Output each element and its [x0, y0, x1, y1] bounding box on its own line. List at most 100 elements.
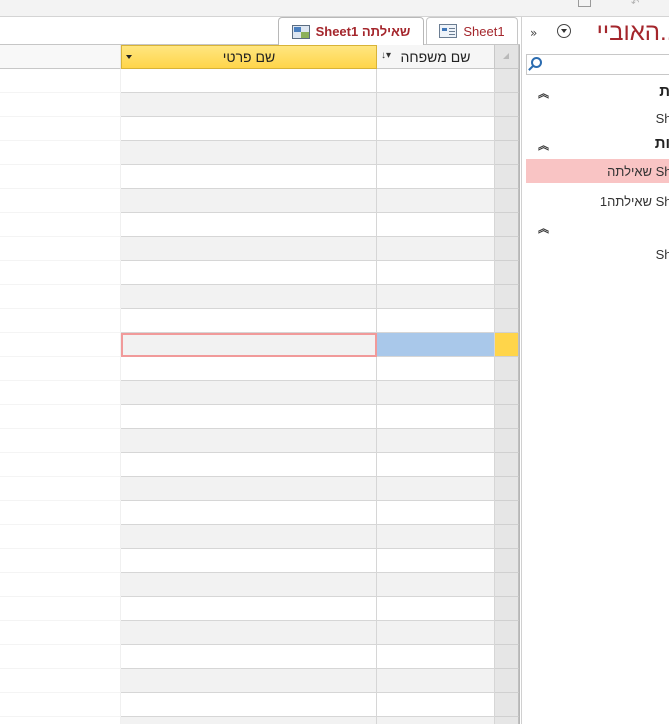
row-selector[interactable]: [495, 381, 519, 405]
table-row[interactable]: [0, 309, 519, 333]
row-selector[interactable]: [495, 549, 519, 573]
empty-cell[interactable]: [0, 261, 121, 285]
cell-first-name[interactable]: [121, 453, 377, 477]
row-selector[interactable]: [495, 429, 519, 453]
nav-group-queries[interactable]: ︽ ות: [522, 133, 669, 155]
empty-cell[interactable]: [0, 429, 121, 453]
cell-first-name[interactable]: [121, 93, 377, 117]
empty-cell[interactable]: [0, 669, 121, 693]
table-row[interactable]: [0, 717, 519, 724]
table-row[interactable]: [0, 477, 519, 501]
row-selector[interactable]: [495, 213, 519, 237]
row-selector[interactable]: [495, 693, 519, 717]
cell-last-name[interactable]: [377, 165, 495, 189]
collapse-group-icon[interactable]: ︽: [538, 220, 549, 236]
nav-group-forms[interactable]: ︽: [522, 216, 669, 238]
cell-first-name[interactable]: [121, 645, 377, 669]
row-selector[interactable]: [495, 237, 519, 261]
table-row[interactable]: [0, 333, 519, 357]
table-row[interactable]: [0, 165, 519, 189]
cell-first-name[interactable]: [121, 117, 377, 141]
empty-cell[interactable]: [0, 333, 121, 357]
nav-group-tables[interactable]: ︽ ת: [522, 81, 669, 103]
empty-cell[interactable]: [0, 405, 121, 429]
select-all-corner[interactable]: [495, 45, 519, 69]
cell-first-name[interactable]: [121, 597, 377, 621]
undo-icon[interactable]: ↶: [631, 0, 639, 9]
cell-first-name[interactable]: [121, 333, 377, 357]
cell-first-name[interactable]: [121, 621, 377, 645]
row-selector[interactable]: [495, 717, 519, 724]
row-selector[interactable]: [495, 669, 519, 693]
row-selector[interactable]: [495, 597, 519, 621]
cell-last-name[interactable]: [377, 309, 495, 333]
collapse-group-icon[interactable]: ︽: [538, 85, 549, 101]
empty-cell[interactable]: [0, 477, 121, 501]
empty-cell[interactable]: [0, 717, 121, 724]
empty-cell[interactable]: [0, 357, 121, 381]
cell-last-name[interactable]: [377, 117, 495, 141]
cell-last-name[interactable]: [377, 693, 495, 717]
row-selector[interactable]: [495, 405, 519, 429]
cell-last-name[interactable]: [377, 357, 495, 381]
tab-query-sheet1[interactable]: Sheet1 שאילתה: [278, 17, 424, 45]
empty-cell[interactable]: [0, 621, 121, 645]
row-selector[interactable]: [495, 285, 519, 309]
row-selector[interactable]: [495, 117, 519, 141]
row-selector[interactable]: [495, 357, 519, 381]
table-row[interactable]: [0, 597, 519, 621]
cell-last-name[interactable]: [377, 69, 495, 93]
cell-last-name[interactable]: [377, 669, 495, 693]
nav-menu-dropdown-icon[interactable]: [557, 24, 571, 38]
cell-last-name[interactable]: [377, 717, 495, 724]
cell-last-name[interactable]: [377, 621, 495, 645]
row-selector[interactable]: [495, 261, 519, 285]
nav-title[interactable]: ...האוביי: [597, 19, 669, 47]
table-row[interactable]: [0, 141, 519, 165]
cell-last-name[interactable]: [377, 477, 495, 501]
empty-cell[interactable]: [0, 453, 121, 477]
row-selector[interactable]: [495, 165, 519, 189]
empty-cell[interactable]: [0, 141, 121, 165]
table-row[interactable]: [0, 525, 519, 549]
cell-last-name[interactable]: [377, 405, 495, 429]
cell-last-name[interactable]: [377, 333, 495, 357]
cell-last-name[interactable]: [377, 597, 495, 621]
empty-cell[interactable]: [0, 573, 121, 597]
cell-first-name[interactable]: [121, 693, 377, 717]
tab-sheet1[interactable]: Sheet1: [426, 17, 518, 44]
cell-first-name[interactable]: [121, 69, 377, 93]
row-selector[interactable]: [495, 645, 519, 669]
cell-first-name[interactable]: [121, 141, 377, 165]
cell-first-name[interactable]: [121, 381, 377, 405]
cell-first-name[interactable]: [121, 237, 377, 261]
row-selector[interactable]: [495, 453, 519, 477]
table-row[interactable]: [0, 453, 519, 477]
cell-first-name[interactable]: [121, 501, 377, 525]
cell-last-name[interactable]: [377, 549, 495, 573]
column-header-last-name[interactable]: ↓▾ שם משפחה: [377, 45, 495, 69]
cell-last-name[interactable]: [377, 573, 495, 597]
row-selector[interactable]: [495, 477, 519, 501]
empty-cell[interactable]: [0, 381, 121, 405]
empty-cell[interactable]: [0, 597, 121, 621]
table-row[interactable]: [0, 693, 519, 717]
cell-last-name[interactable]: [377, 645, 495, 669]
nav-item-query-sheet1-1[interactable]: Shee שאילתה1: [526, 189, 669, 213]
row-selector[interactable]: [495, 333, 519, 357]
cell-first-name[interactable]: [121, 309, 377, 333]
cell-last-name[interactable]: [377, 285, 495, 309]
table-row[interactable]: [0, 69, 519, 93]
table-row[interactable]: [0, 621, 519, 645]
table-row[interactable]: [0, 549, 519, 573]
table-row[interactable]: [0, 381, 519, 405]
table-row[interactable]: [0, 261, 519, 285]
table-row[interactable]: [0, 501, 519, 525]
row-selector[interactable]: [495, 309, 519, 333]
nav-item-form-sheet1[interactable]: Shee: [526, 242, 669, 266]
table-row[interactable]: [0, 429, 519, 453]
row-selector[interactable]: [495, 93, 519, 117]
empty-cell[interactable]: [0, 693, 121, 717]
table-row[interactable]: [0, 117, 519, 141]
sort-descending-icon[interactable]: ↓▾: [381, 50, 391, 62]
